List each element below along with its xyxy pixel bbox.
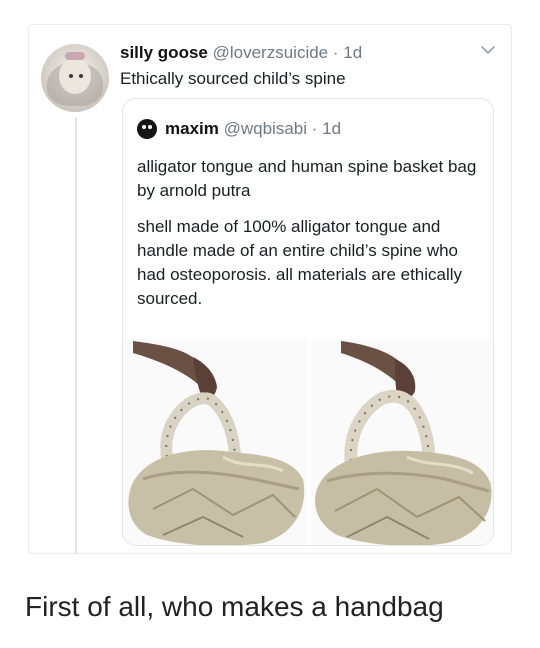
- tweet-text: Ethically sourced child’s spine: [120, 69, 346, 88]
- quoted-tweet-card[interactable]: maxim @wqbisabi · 1d alligator tongue an…: [122, 98, 494, 546]
- user-handle[interactable]: @loverzsuicide: [213, 43, 329, 62]
- meme-caption: First of all, who makes a handbag: [25, 591, 444, 622]
- separator-dot: ·: [311, 119, 318, 138]
- chevron-down-icon[interactable]: [478, 40, 498, 60]
- quoted-tweet-header: maxim @wqbisabi · 1d: [165, 119, 341, 139]
- quoted-tweet-paragraph: alligator tongue and human spine basket …: [137, 157, 477, 200]
- quoted-tweet-time[interactable]: 1d: [322, 119, 341, 138]
- quoted-tweet-paragraph: shell made of 100% alligator tongue and …: [137, 217, 463, 308]
- user-name[interactable]: silly goose: [120, 43, 208, 62]
- quoted-user-avatar[interactable]: [137, 119, 157, 139]
- quoted-user-name[interactable]: maxim: [165, 119, 219, 138]
- user-avatar[interactable]: [41, 44, 109, 112]
- quoted-tweet-media: [123, 339, 493, 545]
- tweet-time[interactable]: 1d: [343, 43, 362, 62]
- separator-dot: ·: [332, 43, 339, 62]
- quoted-user-handle[interactable]: @wqbisabi: [224, 119, 307, 138]
- bag-photo-left[interactable]: [123, 339, 307, 545]
- bag-photo-right[interactable]: [311, 339, 493, 545]
- quoted-tweet-text: alligator tongue and human spine basket …: [137, 155, 477, 323]
- thread-line: [75, 118, 77, 554]
- tweet-header: silly goose @loverzsuicide · 1d: [120, 43, 362, 63]
